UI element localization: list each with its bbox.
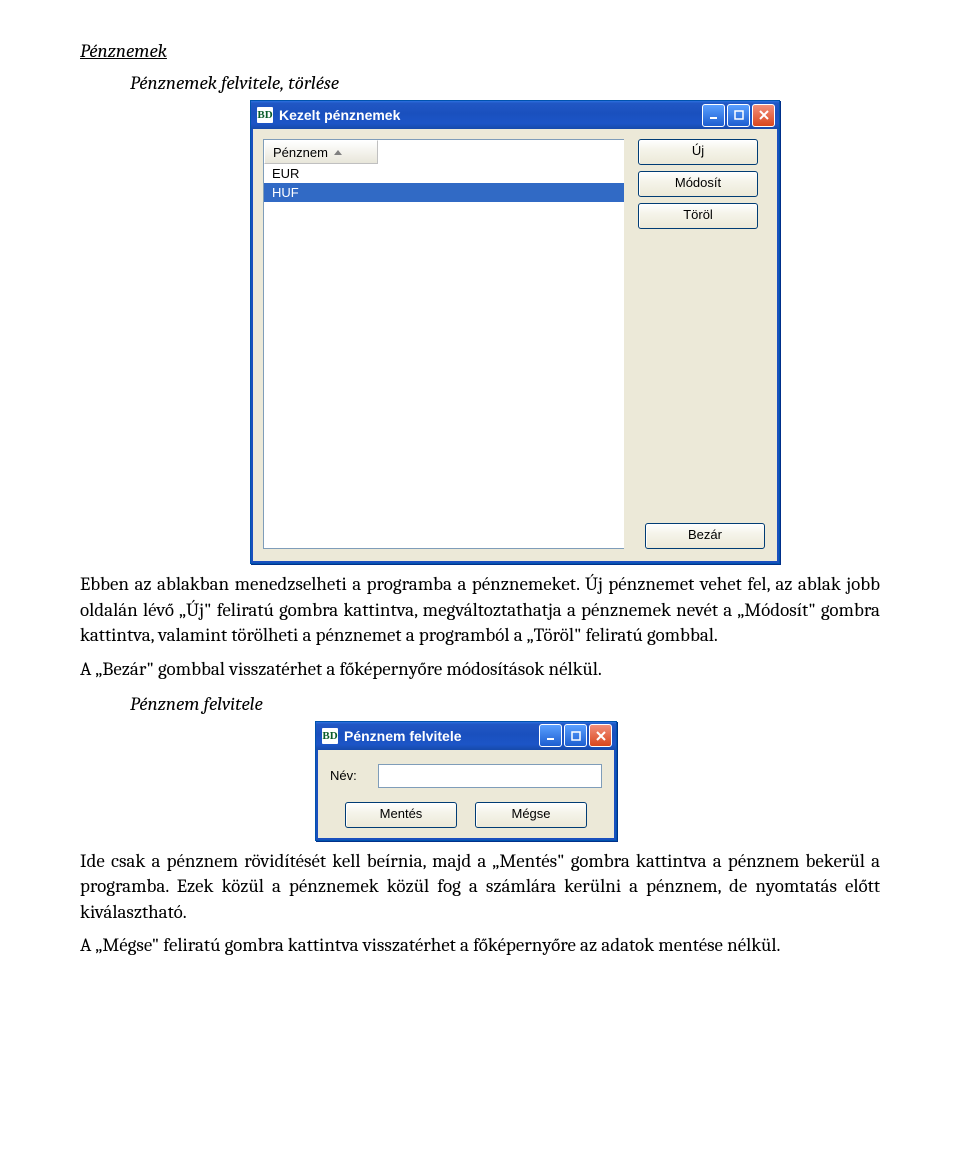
titlebar[interactable]: BD Kezelt pénznemek (251, 101, 779, 129)
app-icon: BD (322, 728, 338, 744)
paragraph: Ide csak a pénznem rövidítését kell beír… (80, 849, 880, 926)
minimize-button[interactable] (539, 724, 562, 747)
column-header[interactable]: Pénznem (264, 140, 378, 164)
paragraph: Ebben az ablakban menedzselheti a progra… (80, 572, 880, 649)
modify-button[interactable]: Módosít (638, 171, 758, 197)
currency-list[interactable]: Pénznem EUR HUF (263, 139, 624, 549)
list-item[interactable]: HUF (264, 183, 624, 202)
paragraph: A „Bezár" gombbal visszatérhet a főképer… (80, 657, 880, 683)
name-label: Név: (330, 768, 370, 783)
list-item[interactable]: EUR (264, 164, 624, 183)
window-title: Kezelt pénznemek (279, 107, 702, 123)
currency-add-window: BD Pénznem felvitele Név: Mentés Mégse (315, 721, 617, 841)
minimize-button[interactable] (702, 104, 725, 127)
close-icon[interactable] (752, 104, 775, 127)
close-button[interactable]: Bezár (645, 523, 765, 549)
name-input[interactable] (378, 764, 602, 788)
paragraph: A „Mégse" feliratú gombra kattintva viss… (80, 933, 880, 959)
cancel-button[interactable]: Mégse (475, 802, 587, 828)
window-title: Pénznem felvitele (344, 728, 539, 744)
subsection-heading: Pénznem felvitele (130, 693, 880, 715)
titlebar[interactable]: BD Pénznem felvitele (316, 722, 616, 750)
new-button[interactable]: Új (638, 139, 758, 165)
section-heading: Pénznemek (80, 40, 880, 62)
close-icon[interactable] (589, 724, 612, 747)
sort-asc-icon (334, 150, 342, 155)
column-header-label: Pénznem (273, 145, 328, 160)
app-icon: BD (257, 107, 273, 123)
currencies-window: BD Kezelt pénznemek Pénznem EUR HUF Új M… (250, 100, 780, 564)
maximize-button[interactable] (564, 724, 587, 747)
maximize-button[interactable] (727, 104, 750, 127)
save-button[interactable]: Mentés (345, 802, 457, 828)
delete-button[interactable]: Töröl (638, 203, 758, 229)
subsection-heading: Pénznemek felvitele, törlése (130, 72, 880, 94)
